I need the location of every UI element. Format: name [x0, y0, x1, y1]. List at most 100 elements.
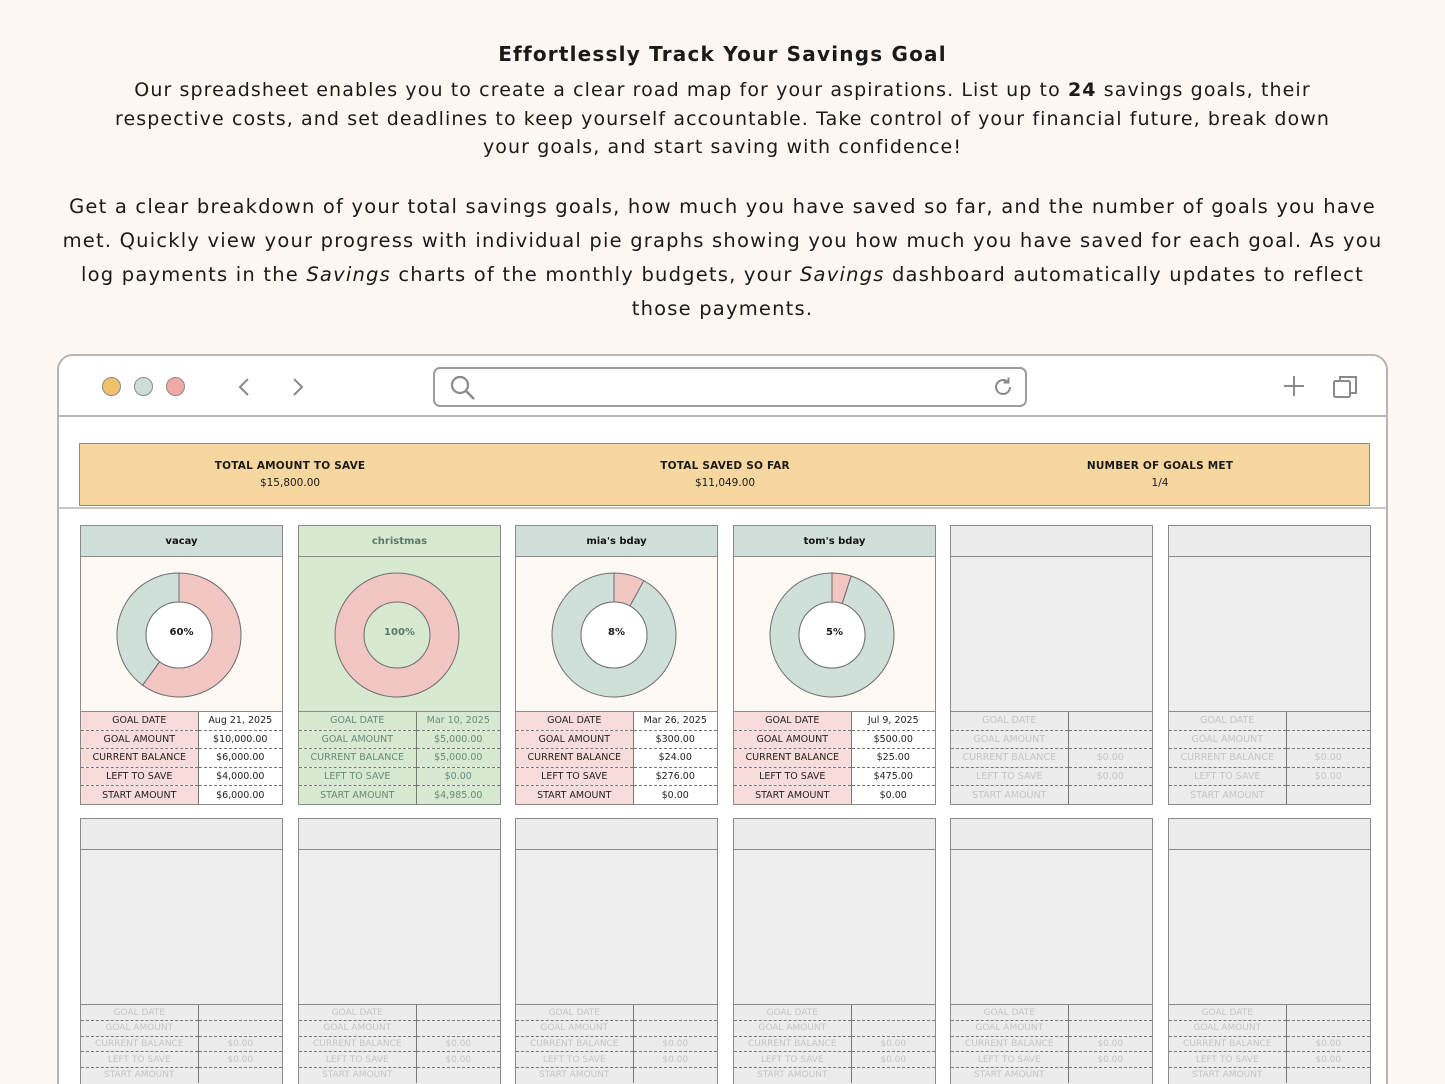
left-to-save-value[interactable]: $0.00 — [633, 1051, 717, 1068]
goal-date-value[interactable] — [1286, 712, 1370, 731]
goal-amount-value[interactable] — [851, 1020, 935, 1037]
goal-amount-value[interactable] — [198, 1020, 282, 1037]
goal-date-value[interactable]: Jul 9, 2025 — [851, 712, 935, 731]
empty-goal-card: GOAL DATE GOAL AMOUNT CURRENT BALANCE $0.00… — [1168, 818, 1371, 1084]
goal-amount-value[interactable] — [416, 1020, 500, 1037]
current-balance-value[interactable]: $0.00 — [1068, 1036, 1152, 1053]
goal-date-value[interactable]: Mar 10, 2025 — [416, 712, 500, 731]
current-balance-label: CURRENT BALANCE — [81, 1036, 199, 1053]
detail-row: GOAL AMOUNT — [734, 1020, 935, 1037]
tabs-icon[interactable] — [1330, 372, 1360, 402]
goal-date-label: GOAL DATE — [951, 1005, 1069, 1022]
goal-chart-area: 60% — [81, 557, 282, 712]
start-amount-value[interactable] — [1068, 785, 1152, 804]
goal-date-label: GOAL DATE — [734, 1005, 852, 1022]
plus-icon[interactable] — [1281, 372, 1307, 400]
left-to-save-label: LEFT TO SAVE — [516, 767, 634, 787]
goal-name: christmas — [299, 526, 500, 557]
goal-chart-area — [734, 850, 935, 1005]
goal-date-value[interactable] — [1068, 712, 1152, 731]
back-icon[interactable] — [233, 372, 255, 402]
detail-row: START AMOUNT — [81, 1067, 282, 1083]
detail-row: LEFT TO SAVE $0.00 — [951, 1051, 1152, 1068]
start-amount-value[interactable] — [1286, 785, 1370, 804]
left-to-save-value[interactable]: $0.00 — [851, 1051, 935, 1068]
left-to-save-value[interactable]: $0.00 — [1068, 1051, 1152, 1068]
goal-amount-value[interactable] — [1068, 1020, 1152, 1037]
divider — [59, 507, 1386, 509]
current-balance-label: CURRENT BALANCE — [1169, 1036, 1287, 1053]
left-to-save-value[interactable]: $0.00 — [1068, 767, 1152, 787]
forward-icon[interactable] — [287, 372, 309, 402]
goal-date-value[interactable] — [198, 1005, 282, 1022]
detail-row: CURRENT BALANCE $0.00 — [299, 1036, 500, 1053]
total-saved-so-far: TOTAL SAVED SO FAR $11,049.00 — [575, 460, 875, 489]
left-to-save-value[interactable]: $4,000.00 — [198, 767, 282, 787]
goal-name — [734, 819, 935, 850]
left-to-save-value[interactable]: $0.00 — [416, 767, 500, 787]
close-dot-icon[interactable] — [166, 377, 185, 396]
goal-date-value[interactable] — [1068, 1005, 1152, 1022]
empty-goal-card: GOAL DATE GOAL AMOUNT CURRENT BALANCE $0.00… — [1168, 525, 1371, 805]
goal-date-label: GOAL DATE — [81, 712, 199, 731]
start-amount-value[interactable]: $0.00 — [851, 785, 935, 804]
current-balance-value[interactable]: $24.00 — [633, 748, 717, 768]
maximize-dot-icon[interactable] — [134, 377, 153, 396]
detail-row: START AMOUNT — [1169, 1067, 1370, 1083]
goal-amount-value[interactable] — [1068, 730, 1152, 750]
start-amount-value[interactable] — [198, 1067, 282, 1083]
empty-goal-card: GOAL DATE GOAL AMOUNT CURRENT BALANCE $0.00… — [515, 818, 718, 1084]
current-balance-label: CURRENT BALANCE — [299, 748, 417, 768]
goal-date-value[interactable] — [416, 1005, 500, 1022]
goal-date-value[interactable] — [851, 1005, 935, 1022]
start-amount-value[interactable]: $4,985.00 — [416, 785, 500, 804]
goal-details-table: GOAL DATE Mar 26, 2025 GOAL AMOUNT $300.00 C… — [516, 712, 717, 804]
address-bar[interactable] — [433, 367, 1027, 407]
start-amount-value[interactable]: $6,000.00 — [198, 785, 282, 804]
current-balance-value[interactable]: $0.00 — [198, 1036, 282, 1053]
current-balance-value[interactable]: $0.00 — [633, 1036, 717, 1053]
goal-amount-value[interactable] — [1286, 1020, 1370, 1037]
detail-row: START AMOUNT $0.00 — [516, 785, 717, 804]
start-amount-value[interactable] — [416, 1067, 500, 1083]
start-amount-value[interactable] — [1068, 1067, 1152, 1083]
current-balance-label: CURRENT BALANCE — [299, 1036, 417, 1053]
goal-date-value[interactable] — [633, 1005, 717, 1022]
current-balance-value[interactable]: $0.00 — [1286, 1036, 1370, 1053]
goal-amount-value[interactable] — [1286, 730, 1370, 750]
goal-amount-value[interactable] — [633, 1020, 717, 1037]
goal-details-table: GOAL DATE GOAL AMOUNT CURRENT BALANCE $0.00… — [734, 1005, 935, 1083]
current-balance-value[interactable]: $6,000.00 — [198, 748, 282, 768]
left-to-save-value[interactable]: $475.00 — [851, 767, 935, 787]
reload-icon[interactable] — [991, 375, 1015, 399]
left-to-save-value[interactable]: $276.00 — [633, 767, 717, 787]
left-to-save-value[interactable]: $0.00 — [1286, 1051, 1370, 1068]
goal-date-value[interactable]: Mar 26, 2025 — [633, 712, 717, 731]
start-amount-value[interactable]: $0.00 — [633, 785, 717, 804]
current-balance-value[interactable]: $0.00 — [851, 1036, 935, 1053]
left-to-save-value[interactable]: $0.00 — [416, 1051, 500, 1068]
url-input[interactable] — [485, 375, 965, 401]
goal-amount-value[interactable]: $300.00 — [633, 730, 717, 750]
current-balance-value[interactable]: $25.00 — [851, 748, 935, 768]
minimize-dot-icon[interactable] — [102, 377, 121, 396]
total-saved-label: TOTAL SAVED SO FAR — [660, 460, 790, 472]
detail-row: GOAL AMOUNT — [1169, 730, 1370, 750]
current-balance-value[interactable]: $0.00 — [1068, 748, 1152, 768]
current-balance-value[interactable]: $5,000.00 — [416, 748, 500, 768]
goal-amount-value[interactable]: $5,000.00 — [416, 730, 500, 750]
start-amount-value[interactable] — [633, 1067, 717, 1083]
left-to-save-value[interactable]: $0.00 — [1286, 767, 1370, 787]
start-amount-value[interactable] — [1286, 1067, 1370, 1083]
goal-amount-value[interactable]: $10,000.00 — [198, 730, 282, 750]
current-balance-value[interactable]: $0.00 — [416, 1036, 500, 1053]
goal-details-table: GOAL DATE GOAL AMOUNT CURRENT BALANCE $0.00… — [516, 1005, 717, 1083]
left-to-save-value[interactable]: $0.00 — [198, 1051, 282, 1068]
goal-date-value[interactable] — [1286, 1005, 1370, 1022]
start-amount-value[interactable] — [851, 1067, 935, 1083]
left-to-save-label: LEFT TO SAVE — [299, 1051, 417, 1068]
goal-amount-value[interactable]: $500.00 — [851, 730, 935, 750]
current-balance-value[interactable]: $0.00 — [1286, 748, 1370, 768]
goal-date-value[interactable]: Aug 21, 2025 — [198, 712, 282, 731]
goal-name — [951, 526, 1152, 557]
